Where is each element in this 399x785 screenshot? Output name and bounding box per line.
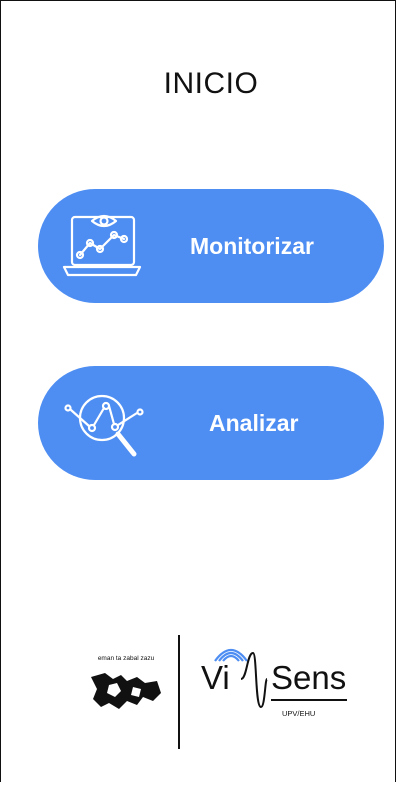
waveform-icon <box>240 651 268 709</box>
visens-underline <box>271 699 347 701</box>
page-title: INICIO <box>163 67 259 100</box>
logo-divider <box>178 635 180 749</box>
monitorizar-label: Monitorizar <box>190 233 314 259</box>
magnifier-network-icon <box>62 384 158 467</box>
ehu-emblem-icon <box>91 673 161 709</box>
analizar-label: Analizar <box>209 410 299 436</box>
screen-frame: INICIO Monitorizar Analizar eman ta zaba… <box>0 0 396 782</box>
visens-sub: UPV/EHU <box>282 709 316 718</box>
visens-vi: Vi <box>201 659 230 696</box>
laptop-eye-chart-icon <box>62 209 142 286</box>
ehu-motto: eman ta zabal zazu <box>97 655 155 662</box>
visens-sens: Sens <box>271 659 347 696</box>
analizar-button[interactable]: Analizar <box>38 366 384 480</box>
footer-logos: eman ta zabal zazu Vi Sens UPV/EHU <box>73 631 353 751</box>
monitorizar-button[interactable]: Monitorizar <box>38 189 384 303</box>
